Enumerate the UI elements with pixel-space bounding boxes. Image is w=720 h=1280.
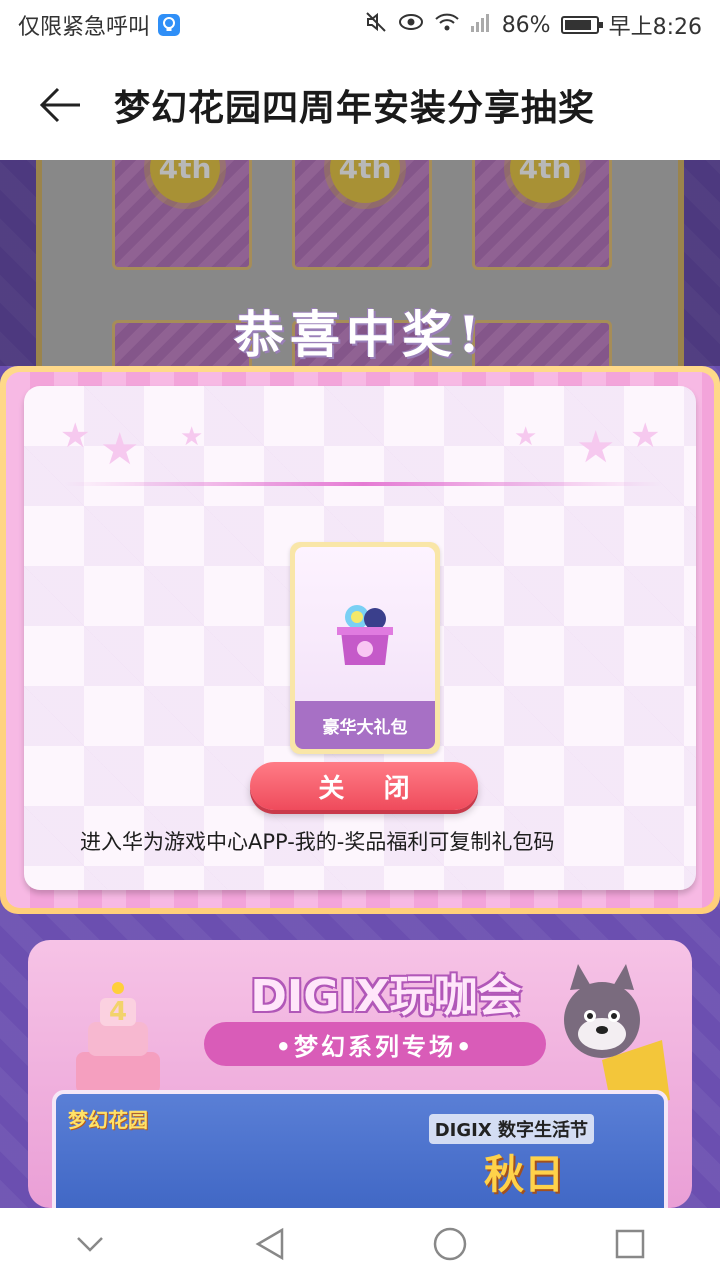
autumn-text: 秋日: [484, 1152, 564, 1198]
mute-icon: [364, 10, 388, 40]
prize-gift-card: 豪华大礼包: [290, 542, 440, 754]
star-decoration-icon: ★: [576, 422, 616, 473]
congrats-heading: 恭喜中奖!: [234, 305, 486, 364]
modal-frame: ★ ★ ★ ★ ★ ★ 豪华大礼包 关 闭 进入华为游戏中心APP-我的-奖品福…: [6, 372, 714, 908]
banner-subtitle: •梦幻系列专场•: [204, 1022, 546, 1066]
star-decoration-icon: ★: [180, 422, 204, 452]
star-decoration-icon: ★: [100, 424, 140, 475]
digix-banner[interactable]: 4 DIGIX玩咖会 •梦幻系列专场• 梦幻花园 DIGIX 数字生活节 秋日: [28, 940, 692, 1208]
gift-card-body: 豪华大礼包: [295, 547, 435, 749]
nav-back-button[interactable]: [240, 1214, 300, 1274]
back-button[interactable]: [30, 75, 90, 135]
game-logo: 梦幻花园: [68, 1108, 148, 1132]
divider: [64, 482, 662, 486]
dog-mascot-icon: [564, 964, 670, 1110]
prize-name: 豪华大礼包: [295, 701, 435, 749]
redeem-hint: 进入华为游戏中心APP-我的-奖品福利可复制礼包码: [80, 830, 555, 854]
svg-text:4: 4: [109, 997, 127, 1027]
clock: 早上8:26: [608, 15, 702, 40]
banner-title: DIGIX玩咖会: [250, 971, 522, 1022]
nav-home-button[interactable]: [420, 1214, 480, 1274]
app-header: 梦幻花园四周年安装分享抽奖: [0, 50, 720, 160]
nav-recents-button[interactable]: [600, 1214, 660, 1274]
page-title: 梦幻花园四周年安装分享抽奖: [114, 88, 596, 129]
signal-icon: [470, 11, 492, 39]
gift-box-icon: [337, 605, 393, 665]
status-bar: 仅限紧急呼叫 86% 早上8:26: [0, 0, 720, 50]
nav-back-icon: [255, 1227, 284, 1261]
back-arrow-icon: [39, 87, 80, 123]
prize-modal: ★ ★ ★ ★ ★ ★ 豪华大礼包 关 闭 进入华为游戏中心APP-我的-奖品福…: [0, 366, 720, 914]
nav-collapse-button[interactable]: [60, 1214, 120, 1274]
modal-body: ★ ★ ★ ★ ★ ★ 豪华大礼包 关 闭 进入华为游戏中心APP-我的-奖品福…: [24, 386, 696, 890]
carrier-text: 仅限紧急呼叫: [18, 15, 151, 40]
star-decoration-icon: ★: [60, 416, 91, 456]
banner-image: 梦幻花园 DIGIX 数字生活节 秋日: [52, 1090, 668, 1208]
nav-home-icon: [433, 1227, 467, 1261]
nav-recents-icon: [615, 1229, 645, 1259]
battery-percent: 86%: [501, 12, 551, 38]
nav-collapse-icon: [77, 1237, 103, 1252]
status-left: 仅限紧急呼叫: [18, 9, 181, 41]
system-nav-bar: [0, 1208, 720, 1280]
close-button[interactable]: 关 闭: [250, 762, 478, 810]
eye-icon: [398, 12, 424, 38]
status-right: 86% 早上8:26: [364, 9, 702, 41]
bulb-icon: [158, 14, 181, 36]
digix-label: DIGIX 数字生活节: [428, 1114, 594, 1144]
wifi-icon: [434, 11, 460, 39]
star-decoration-icon: ★: [514, 422, 538, 452]
star-decoration-icon: ★: [630, 416, 661, 456]
battery-icon: [560, 16, 603, 34]
